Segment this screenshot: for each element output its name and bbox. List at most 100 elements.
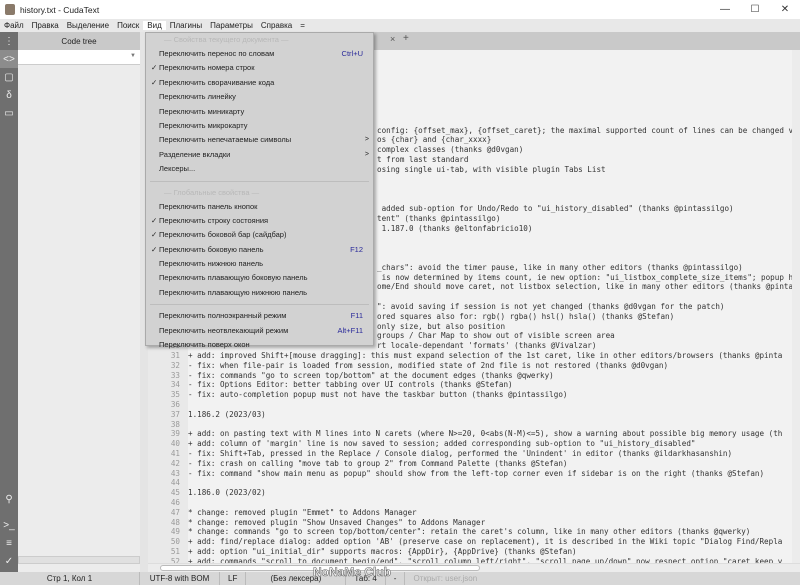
line-number: 40 <box>148 439 180 449</box>
line-text: ": avoid saving if session is not yet ch… <box>377 302 724 312</box>
editor-vertical-scrollbar[interactable] <box>792 50 800 563</box>
status-bar: Стр 1, Кол 1 UTF-8 with BOM LF (Без лекс… <box>0 572 800 585</box>
menu-bar: ФайлПравкаВыделениеПоискВидПлагиныПараме… <box>0 19 800 32</box>
status-caret-position[interactable]: Стр 1, Кол 1 <box>0 572 140 585</box>
menu-item-label: Переключить плавающую нижнюю панель <box>159 288 307 297</box>
menu-item[interactable]: Переключить перенос по словам Ctrl+U <box>146 47 373 61</box>
search-icon[interactable]: ⚲ <box>0 490 18 508</box>
menu-item-label: Переключить неотвлекающий режим <box>159 326 288 335</box>
line-text: is now determined by items count, ie new… <box>377 273 792 283</box>
menu-section-header: — Свойства текущего документа — <box>146 33 373 47</box>
menu-item-label: Разделение вкладки <box>159 150 230 159</box>
panel-horizontal-scrollbar[interactable] <box>18 556 140 564</box>
line-number: 39 <box>148 429 180 439</box>
line-number: 50 <box>148 537 180 547</box>
status-line-ending[interactable]: LF <box>220 572 246 585</box>
menu-7[interactable]: Справка <box>257 21 296 30</box>
menu-item-label: Переключить перенос по словам <box>159 49 274 58</box>
line-text: - fix: Options Editor: better tabbing ov… <box>188 380 513 390</box>
menu-section-header: — Глобальные свойства — <box>146 186 373 200</box>
project-icon[interactable]: ▢ <box>0 68 18 86</box>
line-number: 49 <box>148 527 180 537</box>
editor-line: 35- fix: auto-completion popup must not … <box>148 390 792 400</box>
editor-line: 46 <box>148 498 792 508</box>
line-number: 44 <box>148 478 180 488</box>
menu-separator <box>150 181 369 182</box>
menu-8[interactable]: = <box>296 21 309 30</box>
line-number: 48 <box>148 518 180 528</box>
menu-item-label: Переключить миникарту <box>159 107 244 116</box>
menu-1[interactable]: Правка <box>28 21 63 30</box>
editor-horizontal-scrollbar[interactable] <box>148 563 800 572</box>
code-tree-icon[interactable]: <> <box>0 50 18 68</box>
check-icon: ✓ <box>151 61 157 75</box>
menu-item[interactable]: ✓Переключить строку состояния <box>146 214 373 228</box>
menu-item[interactable]: Переключить поверх окон <box>146 338 373 352</box>
line-text: only size, but also position <box>377 322 505 332</box>
editor-line: 371.186.2 (2023/03) <box>148 410 792 420</box>
window-title: history.txt - CudaText <box>20 5 99 15</box>
menu-2[interactable]: Выделение <box>63 21 113 30</box>
editor-line: 50+ add: find/replace dialog: added opti… <box>148 537 792 547</box>
menu-item[interactable]: ✓Переключить номера строк <box>146 61 373 75</box>
menu-item[interactable]: Переключить линейку <box>146 90 373 104</box>
menu-item[interactable]: Переключить неотвлекающий режимAlt+F11 <box>146 324 373 338</box>
menu-item[interactable]: Переключить нижнюю панель <box>146 257 373 271</box>
add-tab-button[interactable]: + <box>403 33 409 44</box>
output-icon[interactable]: ≡ <box>0 534 18 552</box>
line-text: groups / Char Map to show out of visible… <box>377 331 615 341</box>
menu-item[interactable]: Переключить панель кнопок <box>146 200 373 214</box>
check-icon: ✓ <box>151 243 157 257</box>
code-tree-filter-combo[interactable]: ▼ <box>18 50 140 65</box>
tab-close-icon[interactable]: × <box>390 34 395 44</box>
line-number: 35 <box>148 390 180 400</box>
line-text: + add: option "ui_initial_dir" supports … <box>188 547 577 557</box>
line-number: 38 <box>148 420 180 430</box>
console-icon[interactable]: >_ <box>0 516 18 534</box>
menu-item-label: Переключить боковой бар (сайдбар) <box>159 230 286 239</box>
menu-item[interactable]: Лексеры... <box>146 162 373 176</box>
line-text: * change: removed plugin "Show Unsaved C… <box>188 518 485 528</box>
menu-4[interactable]: Вид <box>143 21 165 30</box>
line-number: 37 <box>148 410 180 420</box>
validate-icon[interactable]: ✓ <box>0 552 18 570</box>
menu-item-label: Переключить плавающую боковую панель <box>159 273 308 282</box>
code-tree-panel: Code tree ▼ <box>18 32 140 572</box>
close-button[interactable]: ✕ <box>770 0 800 19</box>
menu-item[interactable]: Переключить плавающую нижнюю панель <box>146 286 373 300</box>
menu-item[interactable]: Переключить микрокарту <box>146 119 373 133</box>
editor-line: 44 <box>148 478 792 488</box>
menu-item[interactable]: Переключить непечатаемые символы> <box>146 133 373 147</box>
line-number: 51 <box>148 547 180 557</box>
line-number: 46 <box>148 498 180 508</box>
menu-item-label: Переключить панель кнопок <box>159 202 257 211</box>
minimize-button[interactable]: — <box>710 0 740 19</box>
line-text: t from last standard <box>377 155 468 165</box>
menu-separator <box>150 304 369 305</box>
menu-0[interactable]: Файл <box>0 21 28 30</box>
menu-item[interactable]: Переключить миникарту <box>146 105 373 119</box>
menu-item-label: Переключить непечатаемые символы <box>159 135 291 144</box>
menu-item[interactable]: Переключить полноэкранный режимF11 <box>146 309 373 323</box>
line-text: + add: column of 'margin' line is now sa… <box>188 439 695 449</box>
menu-item[interactable]: ✓Переключить боковой бар (сайдбар) <box>146 228 373 242</box>
editor-line: 38 <box>148 420 792 430</box>
line-text: - fix: crash on calling "move tab to gro… <box>188 459 567 469</box>
panel-title: Code tree <box>18 32 140 50</box>
maximize-button[interactable]: ☐ <box>740 0 770 19</box>
delta-icon[interactable]: δ <box>0 86 18 104</box>
line-number: 36 <box>148 400 180 410</box>
menu-item[interactable]: Переключить плавающую боковую панель <box>146 271 373 285</box>
menu-item-shortcut: Ctrl+U <box>342 47 363 61</box>
menu-item[interactable]: Разделение вкладки> <box>146 148 373 162</box>
menu-item[interactable]: ✓Переключить сворачивание кода <box>146 76 373 90</box>
tabs-icon[interactable]: ▭ <box>0 104 18 122</box>
menu-3[interactable]: Поиск <box>113 21 143 30</box>
menu-6[interactable]: Параметры <box>206 21 257 30</box>
line-text: - fix: when file-pair is loaded from ses… <box>188 361 668 371</box>
menu-5[interactable]: Плагины <box>166 21 206 30</box>
status-encoding[interactable]: UTF-8 with BOM <box>140 572 220 585</box>
menu-icon[interactable]: ⋮ <box>0 32 18 50</box>
editor-line: 34- fix: Options Editor: better tabbing … <box>148 380 792 390</box>
menu-item[interactable]: ✓Переключить боковую панельF12 <box>146 243 373 257</box>
